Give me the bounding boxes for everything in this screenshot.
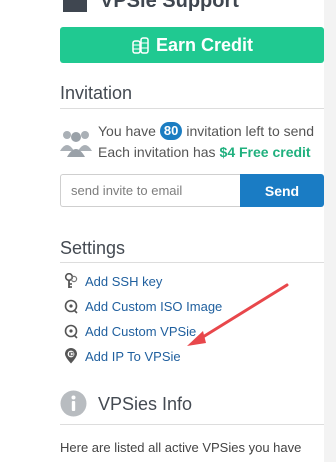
invitation-title: Invitation	[60, 83, 133, 103]
invitation-count-line: You have 80 invitation left to send	[98, 122, 314, 140]
settings-item-label[interactable]: Add Custom ISO Image	[85, 299, 222, 314]
settings-item-add-ssh-key[interactable]: Add SSH key	[64, 272, 162, 290]
invitation-credit-line: Each invitation has $4 Free credit	[98, 144, 311, 160]
page-gutter	[324, 0, 336, 462]
settings-item-add-custom-iso[interactable]: Add Custom ISO Image	[64, 297, 222, 315]
earn-credit-label: Earn Credit	[155, 34, 254, 55]
settings-divider	[60, 262, 324, 263]
invitation-divider	[60, 108, 324, 109]
headset-icon	[63, 0, 87, 12]
info-icon	[60, 390, 87, 417]
key-icon	[64, 273, 78, 288]
settings-item-label[interactable]: Add SSH key	[85, 274, 162, 289]
support-header: VPSie Support	[60, 0, 239, 12]
invite-email-input[interactable]	[60, 174, 240, 207]
support-title: VPSie Support	[100, 0, 239, 12]
vpsies-info-description: Here are listed all active VPSies you ha…	[60, 440, 302, 455]
invitation-line1-prefix: You have	[98, 123, 156, 139]
disc-icon	[64, 299, 78, 314]
ip-pin-icon	[65, 348, 77, 364]
free-credit-text: $4 Free credit	[219, 144, 311, 160]
settings-title: Settings	[60, 238, 126, 258]
send-invite-button[interactable]: Send	[240, 174, 324, 207]
coins-icon	[132, 37, 149, 54]
invitation-line1-suffix: invitation left to send	[186, 123, 314, 139]
people-icon	[60, 131, 92, 157]
settings-item-add-custom-vpsie[interactable]: Add Custom VPSie	[64, 322, 196, 340]
sidebar-panel: VPSie Support Earn Credit Invitation You…	[0, 0, 324, 462]
earn-credit-button[interactable]: Earn Credit	[60, 27, 324, 63]
vpsies-info-title: VPSies Info	[98, 394, 193, 414]
settings-item-add-ip[interactable]: Add IP To VPSie	[64, 347, 181, 365]
invitation-count-badge: 80	[159, 122, 183, 140]
disc-icon	[64, 324, 78, 339]
settings-item-label[interactable]: Add Custom VPSie	[85, 324, 196, 339]
info-divider	[60, 424, 324, 425]
invitation-line2-prefix: Each invitation has	[98, 144, 216, 160]
settings-item-label[interactable]: Add IP To VPSie	[85, 349, 181, 364]
